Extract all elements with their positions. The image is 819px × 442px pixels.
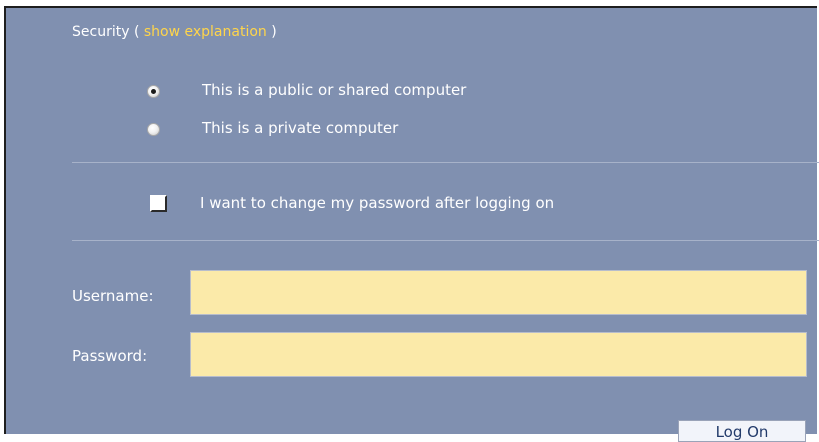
- change-password-checkbox[interactable]: [150, 195, 167, 212]
- log-on-button[interactable]: Log On: [678, 420, 806, 442]
- username-label: Username:: [72, 287, 154, 305]
- password-input[interactable]: [190, 332, 807, 377]
- radio-option-private[interactable]: This is a private computer: [147, 118, 398, 140]
- public-computer-radio[interactable]: [147, 84, 160, 98]
- password-label: Password:: [72, 347, 148, 365]
- security-suffix: ): [266, 24, 277, 40]
- private-computer-radio[interactable]: [147, 122, 160, 136]
- public-computer-label: This is a public or shared computer: [202, 81, 467, 99]
- radio-option-public[interactable]: This is a public or shared computer: [147, 80, 466, 102]
- logon-panel: Security ( show explanation ) This is a …: [4, 6, 819, 442]
- divider-top: [72, 162, 819, 163]
- divider-bottom: [72, 240, 819, 241]
- security-prefix: Security (: [72, 24, 144, 40]
- show-explanation-link[interactable]: show explanation: [144, 24, 267, 40]
- private-computer-label: This is a private computer: [202, 119, 399, 137]
- security-heading: Security ( show explanation ): [72, 24, 277, 40]
- username-input[interactable]: [190, 270, 807, 315]
- change-password-label: I want to change my password after loggi…: [200, 194, 555, 212]
